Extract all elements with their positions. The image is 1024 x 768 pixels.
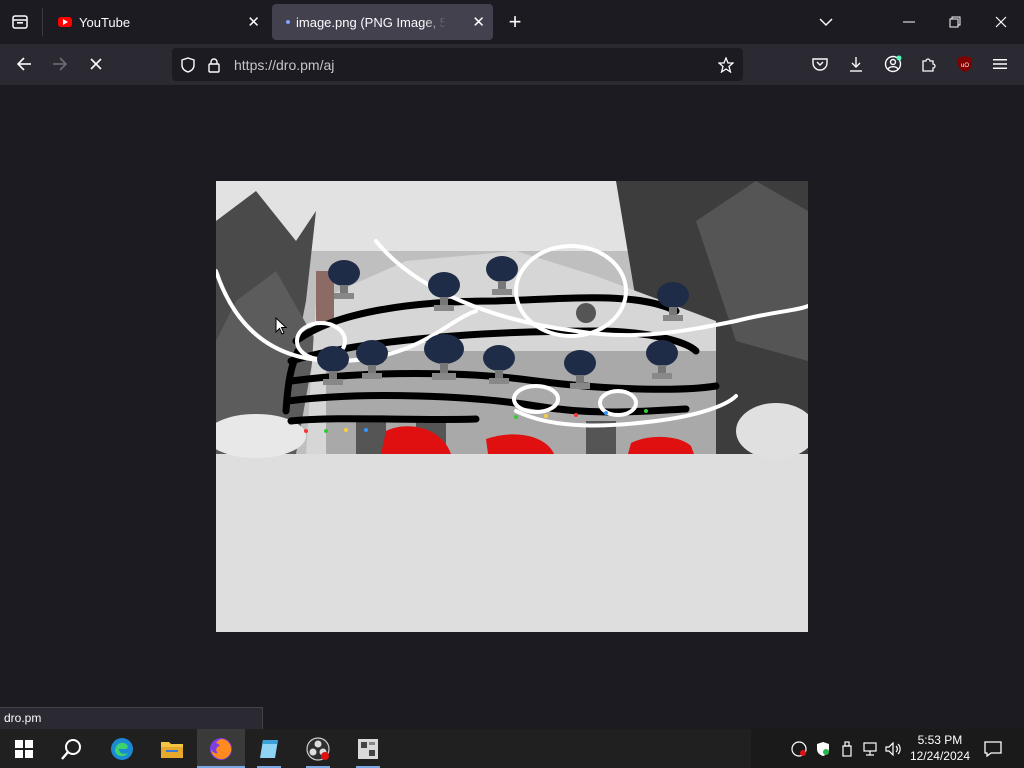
file-explorer-icon: [161, 741, 183, 758]
content-viewport: [0, 85, 1024, 706]
obs-tray-icon[interactable]: [789, 739, 809, 759]
youtube-icon: [58, 17, 72, 27]
url-text[interactable]: https://dro.pm/aj: [234, 57, 334, 73]
tab-strip: YouTube ✕ image.png (PNG Image, 592 × 45…: [0, 0, 1024, 44]
windows-taskbar: 5:53 PM 12/24/2024: [0, 729, 1024, 768]
lock-icon[interactable]: [204, 55, 224, 75]
tracking-protection-shield-icon[interactable]: [178, 55, 198, 75]
displayed-image[interactable]: [216, 181, 808, 632]
obs-taskbar-button[interactable]: [294, 729, 342, 768]
network-icon[interactable]: [859, 739, 881, 759]
notepad-taskbar-button[interactable]: [245, 729, 293, 768]
bookmark-star-icon[interactable]: [716, 55, 736, 75]
taskbar-clock[interactable]: 5:53 PM 12/24/2024: [910, 732, 970, 764]
account-icon[interactable]: [881, 52, 905, 76]
obs-icon: [306, 736, 330, 761]
tab-image[interactable]: image.png (PNG Image, 592 × 451 pixels) …: [272, 4, 493, 40]
downloads-icon[interactable]: [844, 52, 868, 76]
url-bar[interactable]: https://dro.pm/aj: [172, 48, 743, 81]
mouse-pointer-icon: [275, 316, 288, 340]
ublock-origin-icon[interactable]: uO: [953, 52, 977, 76]
clock-time: 5:53 PM: [917, 733, 963, 747]
volume-icon[interactable]: [883, 739, 905, 759]
firefox-taskbar-button[interactable]: [197, 729, 245, 768]
tab-list-icon[interactable]: [8, 10, 32, 34]
clock-date: 12/24/2024: [909, 749, 970, 763]
edge-taskbar-button[interactable]: [98, 729, 146, 768]
back-button[interactable]: [12, 52, 36, 76]
forward-button[interactable]: [48, 52, 72, 76]
stop-loading-button[interactable]: [84, 52, 108, 76]
navigation-toolbar: https://dro.pm/aj uO: [0, 44, 1024, 85]
tab-youtube[interactable]: YouTube ✕: [44, 0, 268, 44]
pocket-icon[interactable]: [808, 52, 832, 76]
loading-dot-icon: [286, 20, 290, 24]
firefox-icon: [210, 737, 232, 760]
tab-separator: [42, 8, 43, 36]
notifications-icon[interactable]: [981, 737, 1005, 761]
image-drawing: [216, 181, 808, 459]
svg-text:uO: uO: [961, 63, 969, 69]
app-icon: [358, 738, 378, 759]
tab-title: image.png (PNG Image, 592 × 451 pixels): [296, 14, 446, 30]
list-all-tabs-icon[interactable]: [814, 10, 838, 34]
search-icon: [61, 738, 81, 760]
app-taskbar-button[interactable]: [344, 729, 392, 768]
start-icon: [15, 739, 33, 758]
new-tab-button[interactable]: +: [503, 9, 527, 34]
notepad-icon: [260, 739, 278, 758]
window-1: [356, 421, 386, 454]
menu-hamburger-icon[interactable]: [988, 52, 1012, 76]
restore-button[interactable]: [942, 8, 968, 36]
link-status-panel: dro.pm: [0, 707, 263, 729]
round-window: [576, 303, 596, 323]
start-button[interactable]: [0, 729, 48, 768]
file-explorer-taskbar-button[interactable]: [148, 729, 196, 768]
minimize-button[interactable]: [896, 8, 922, 36]
windows-security-icon[interactable]: [813, 739, 833, 759]
close-tab-icon[interactable]: ✕: [247, 13, 260, 31]
usb-device-icon[interactable]: [837, 739, 857, 759]
close-window-button[interactable]: [988, 8, 1014, 36]
extensions-puzzle-icon[interactable]: [917, 52, 941, 76]
system-tray: 5:53 PM 12/24/2024: [751, 729, 1024, 768]
edge-icon: [111, 737, 133, 760]
close-tab-icon[interactable]: ✕: [472, 13, 485, 31]
search-button[interactable]: [48, 729, 96, 768]
tab-title: YouTube: [79, 14, 131, 30]
